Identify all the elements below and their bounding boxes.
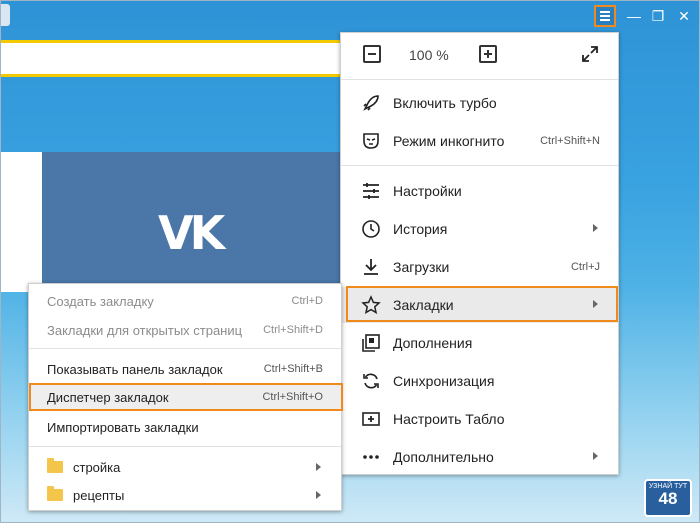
extensions-icon (362, 334, 380, 352)
menu-item-tableau[interactable]: Настроить Табло (341, 401, 618, 437)
submenu-item-shortcut: Ctrl+Shift+D (263, 324, 323, 336)
menu-item-label: Режим инкогнито (393, 133, 505, 149)
rocket-icon (363, 95, 379, 111)
menu-item-incognito[interactable]: Режим инкогнито Ctrl+Shift+N (341, 123, 618, 159)
watermark-line2: 48 (658, 489, 678, 508)
folder-icon (47, 486, 63, 501)
menu-item-settings[interactable]: Настройки (341, 173, 618, 209)
menu-item-more[interactable]: Дополнительно (341, 439, 618, 475)
submenu-item-show-bookmarks-bar[interactable]: Показывать панель закладок Ctrl+Shift+B (29, 355, 341, 383)
menu-item-shortcut: Ctrl+J (570, 261, 600, 273)
bookmarks-submenu: Создать закладку Ctrl+D Закладки для отк… (28, 283, 343, 511)
menu-item-label: Включить турбо (393, 95, 497, 111)
menu-item-turbo[interactable]: Включить турбо (341, 85, 618, 121)
download-icon (364, 259, 378, 275)
menu-item-label: Загрузки (393, 259, 450, 275)
submenu-item-shortcut: Ctrl+Shift+O (262, 391, 323, 403)
submenu-item-label: Создать закладку (47, 294, 154, 309)
menu-item-sync[interactable]: Синхронизация (341, 363, 618, 399)
bookmark-folder-stroika[interactable]: стройка (29, 453, 341, 481)
bookmarks-highlight-frame (346, 286, 618, 322)
folder-label: стройка (73, 460, 121, 475)
menu-item-history[interactable]: История (341, 211, 618, 247)
submenu-item-label: Показывать панель закладок (47, 362, 223, 377)
browser-tab[interactable] (0, 4, 10, 26)
menu-item-label: Дополнительно (393, 449, 494, 465)
submenu-item-label: Импортировать закладки (47, 420, 199, 435)
menu-item-shortcut: Ctrl+Shift+N (540, 135, 600, 147)
submenu-item-bookmark-manager[interactable]: Диспетчер закладок Ctrl+Shift+O (29, 383, 341, 411)
sync-icon (363, 373, 379, 389)
browser-titlebar: — ❐ ✕ (0, 0, 700, 32)
menu-item-label: Настроить Табло (393, 411, 505, 427)
submenu-item-bookmark-open-pages[interactable]: Закладки для открытых страниц Ctrl+Shift… (29, 316, 341, 344)
submenu-item-label: Диспетчер закладок (47, 390, 169, 405)
settings-sliders-icon (363, 183, 379, 199)
more-dots-icon (363, 455, 379, 459)
submenu-arrow-icon (316, 463, 321, 471)
clock-icon (362, 220, 380, 238)
menu-item-label: Синхронизация (393, 373, 495, 389)
zoom-row: 100 % (341, 33, 618, 80)
site-watermark-logo: УЗНАЙ ТУТ 48 (644, 479, 692, 517)
menu-item-downloads[interactable]: Загрузки Ctrl+J (341, 249, 618, 285)
address-bar[interactable] (0, 40, 342, 77)
restore-button[interactable]: ❐ (648, 6, 668, 26)
submenu-item-label: Закладки для открытых страниц (47, 323, 243, 338)
browser-menu-button[interactable] (594, 5, 616, 27)
zoom-value: 100 % (409, 47, 449, 63)
menu-item-extensions[interactable]: Дополнения (341, 325, 618, 361)
menu-item-label: История (393, 221, 448, 237)
plus-box-icon (362, 412, 380, 426)
menu-item-label: Дополнения (393, 335, 473, 351)
bookmark-folder-recepty[interactable]: рецепты (29, 481, 341, 509)
menu-item-label: Настройки (393, 183, 462, 199)
minimize-button[interactable]: — (624, 6, 644, 26)
submenu-arrow-icon (593, 224, 598, 232)
submenu-item-import-bookmarks[interactable]: Импортировать закладки (29, 413, 341, 441)
submenu-item-shortcut: Ctrl+Shift+B (263, 363, 323, 375)
page-panel (0, 152, 42, 292)
close-button[interactable]: ✕ (674, 6, 694, 26)
main-menu: 100 % Включить турбо Режим инкогнито Ctr… (340, 32, 619, 475)
zoom-out-button[interactable] (363, 45, 381, 63)
folder-label: рецепты (73, 488, 125, 503)
zoom-in-button[interactable] (479, 45, 497, 63)
folder-icon (47, 458, 63, 473)
fullscreen-icon[interactable] (581, 45, 599, 63)
vk-logo-icon: VK (158, 206, 225, 260)
submenu-arrow-icon (593, 452, 598, 460)
submenu-item-create-bookmark[interactable]: Создать закладку Ctrl+D (29, 287, 341, 315)
incognito-mask-icon (363, 133, 379, 149)
submenu-item-shortcut: Ctrl+D (291, 295, 323, 307)
submenu-arrow-icon (316, 491, 321, 499)
